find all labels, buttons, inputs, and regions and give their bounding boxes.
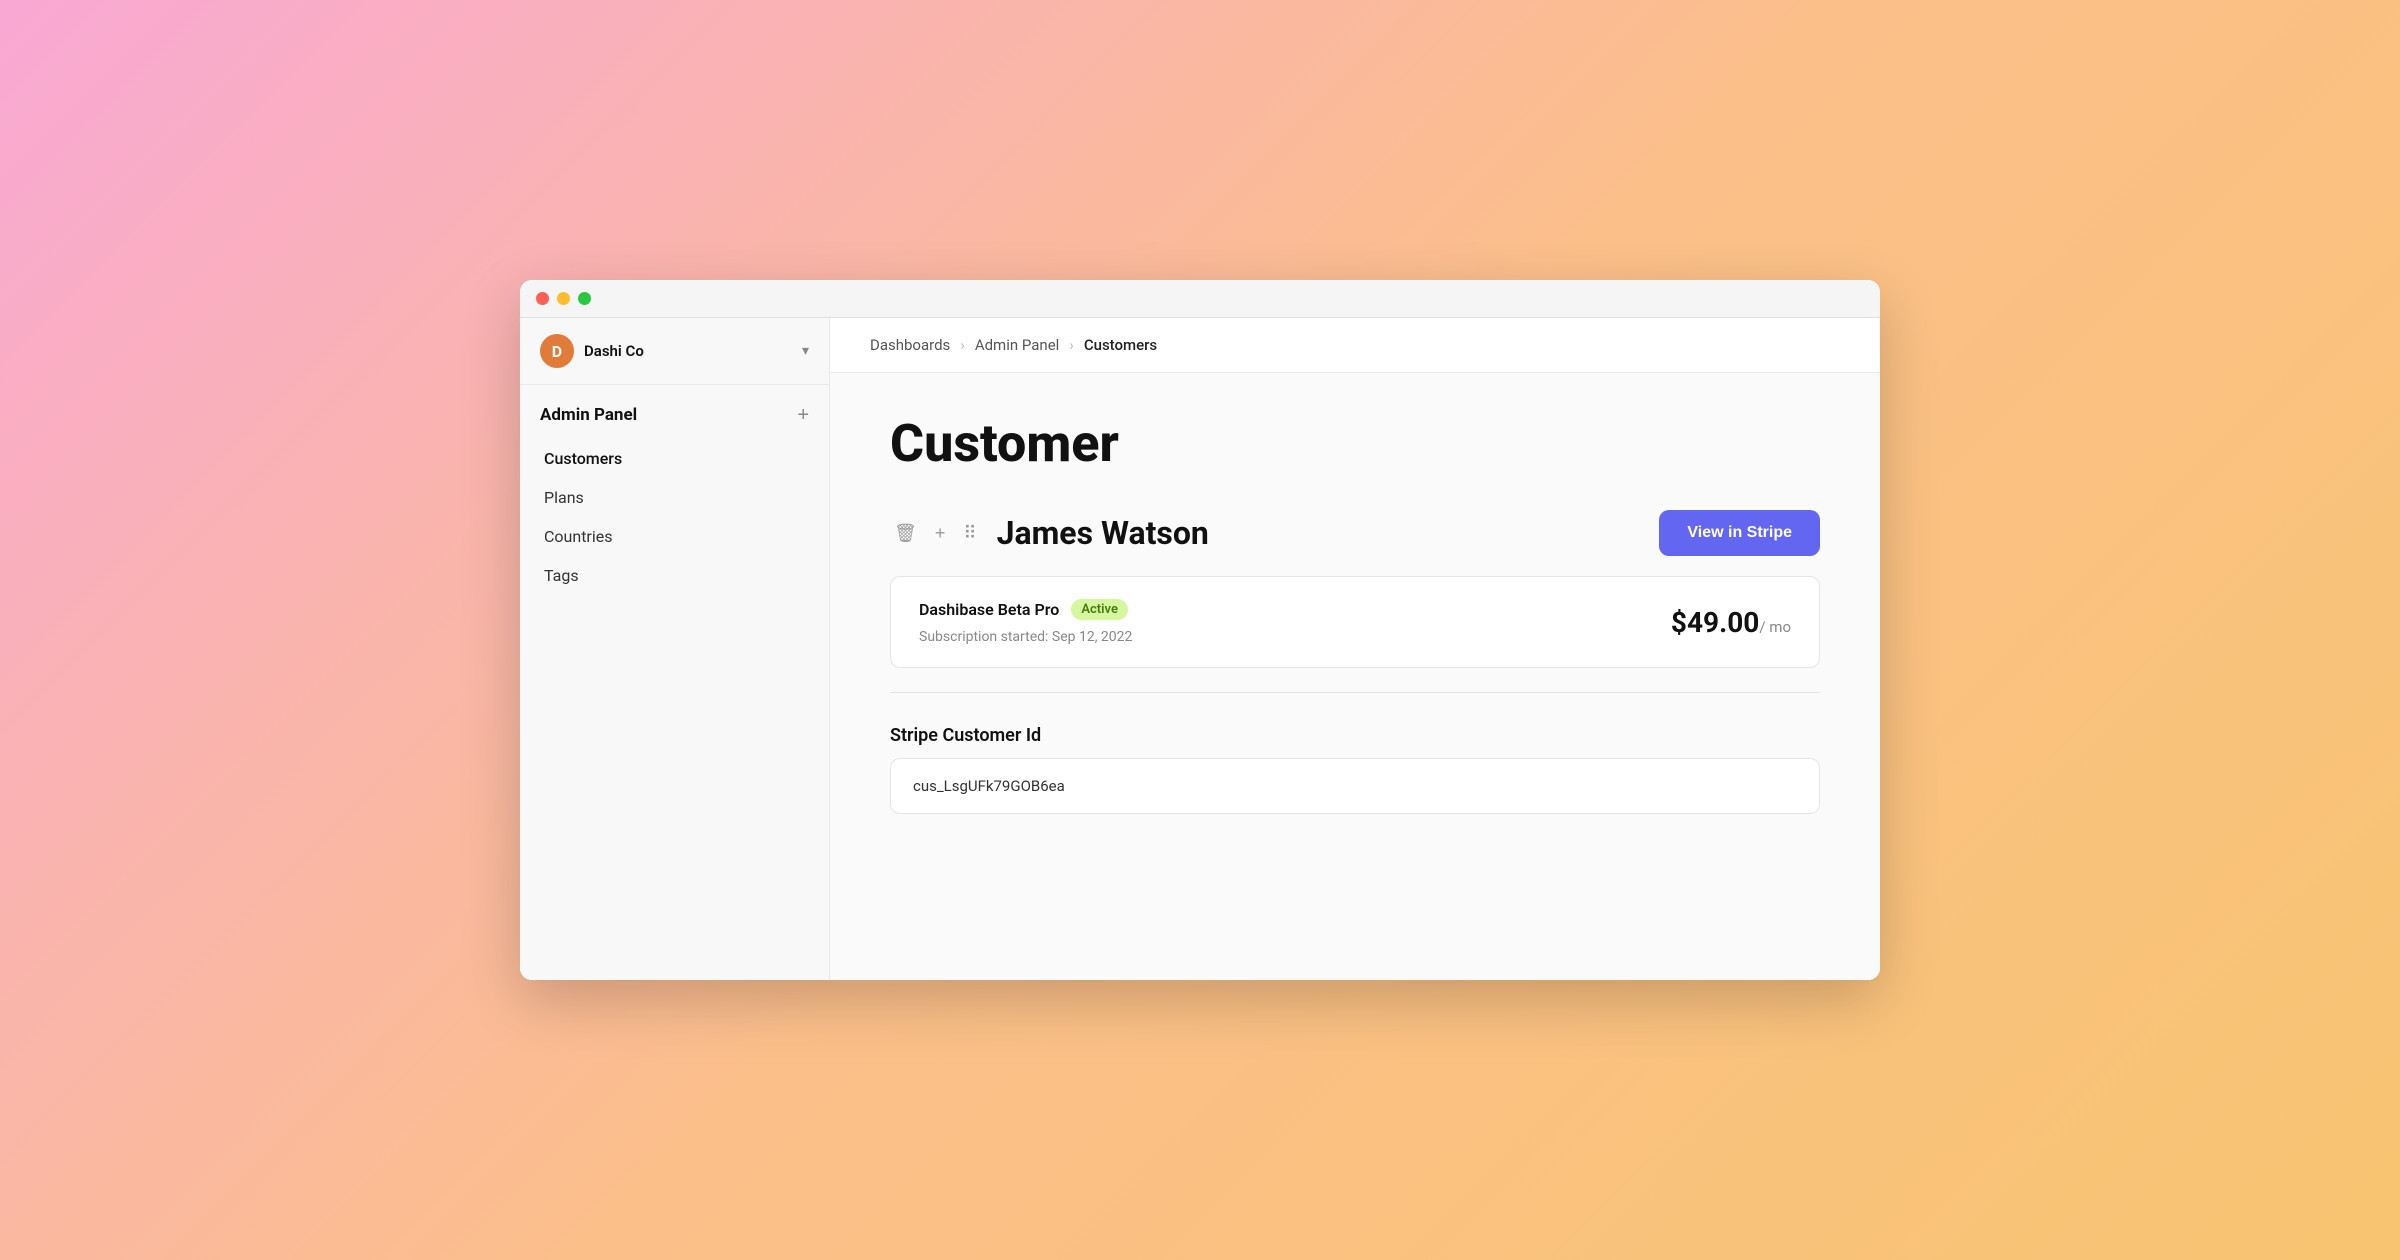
sidebar-header: D Dashi Co ▾ bbox=[520, 318, 829, 385]
page-title: Customer bbox=[890, 413, 1820, 474]
app-body: D Dashi Co ▾ Admin Panel + Customers Pla… bbox=[520, 318, 1880, 980]
section-divider bbox=[890, 692, 1820, 693]
price-period: / mo bbox=[1759, 618, 1791, 636]
sidebar-item-tags[interactable]: Tags bbox=[540, 556, 809, 595]
subscription-card: Dashibase Beta Pro Active Subscription s… bbox=[890, 576, 1820, 668]
record-title-row: 🗑 + ⠿ James Watson bbox=[890, 514, 1209, 552]
record-header: 🗑 + ⠿ James Watson View in Stripe bbox=[890, 510, 1820, 556]
stripe-customer-id-value[interactable]: cus_LsgUFk79GOB6ea bbox=[890, 758, 1820, 814]
main-content: Customer 🗑 + ⠿ bbox=[830, 373, 1880, 980]
breadcrumb-admin-panel[interactable]: Admin Panel bbox=[975, 336, 1059, 354]
drag-icon: ⠿ bbox=[963, 523, 976, 544]
breadcrumb-customers[interactable]: Customers bbox=[1084, 336, 1157, 354]
content-header: Dashboards › Admin Panel › Customers bbox=[830, 318, 1880, 373]
sidebar-nav: Customers Plans Countries Tags bbox=[540, 439, 809, 595]
sidebar-item-customers[interactable]: Customers bbox=[540, 439, 809, 478]
app-window: D Dashi Co ▾ Admin Panel + Customers Pla… bbox=[520, 280, 1880, 980]
subscription-start-date: Subscription started: Sep 12, 2022 bbox=[919, 629, 1132, 645]
stripe-customer-id-field: Stripe Customer Id cus_LsgUFk79GOB6ea bbox=[890, 725, 1820, 814]
minimize-button[interactable] bbox=[557, 292, 570, 305]
sidebar-section-title: Admin Panel bbox=[540, 405, 637, 425]
delete-record-button[interactable]: 🗑 bbox=[890, 519, 921, 548]
brand-avatar: D bbox=[540, 334, 574, 368]
brand[interactable]: D Dashi Co bbox=[540, 334, 644, 368]
subscription-plan-name: Dashibase Beta Pro bbox=[919, 600, 1059, 619]
close-button[interactable] bbox=[536, 292, 549, 305]
sidebar: D Dashi Co ▾ Admin Panel + Customers Pla… bbox=[520, 318, 830, 980]
content-area: Dashboards › Admin Panel › Customers Cus… bbox=[830, 318, 1880, 980]
subscription-price: $49.00/ mo bbox=[1671, 606, 1791, 639]
breadcrumb-sep-2: › bbox=[1069, 336, 1074, 354]
price-amount: $49.00 bbox=[1671, 606, 1759, 639]
record-name: James Watson bbox=[997, 514, 1209, 552]
title-bar bbox=[520, 280, 1880, 318]
breadcrumb: Dashboards › Admin Panel › Customers bbox=[870, 336, 1157, 354]
breadcrumb-sep-1: › bbox=[960, 336, 965, 354]
sidebar-section-header: Admin Panel + bbox=[540, 405, 809, 425]
record-actions: 🗑 + ⠿ bbox=[890, 519, 981, 548]
window-controls bbox=[536, 292, 591, 305]
trash-icon: 🗑 bbox=[894, 523, 917, 544]
sidebar-item-plans[interactable]: Plans bbox=[540, 478, 809, 517]
subscription-info: Dashibase Beta Pro Active Subscription s… bbox=[919, 599, 1132, 645]
sidebar-section: Admin Panel + Customers Plans Countries … bbox=[520, 385, 829, 605]
drag-handle[interactable]: ⠿ bbox=[959, 519, 980, 548]
chevron-down-icon[interactable]: ▾ bbox=[802, 343, 809, 359]
view-in-stripe-button[interactable]: View in Stripe bbox=[1659, 510, 1820, 556]
subscription-title-row: Dashibase Beta Pro Active bbox=[919, 599, 1132, 620]
add-field-button[interactable]: + bbox=[931, 519, 950, 548]
plus-icon: + bbox=[935, 523, 946, 544]
maximize-button[interactable] bbox=[578, 292, 591, 305]
status-badge: Active bbox=[1071, 599, 1128, 620]
brand-name: Dashi Co bbox=[584, 342, 644, 360]
add-section-button[interactable]: + bbox=[797, 405, 809, 425]
field-label: Stripe Customer Id bbox=[890, 725, 1820, 746]
breadcrumb-dashboards[interactable]: Dashboards bbox=[870, 336, 950, 354]
sidebar-item-countries[interactable]: Countries bbox=[540, 517, 809, 556]
